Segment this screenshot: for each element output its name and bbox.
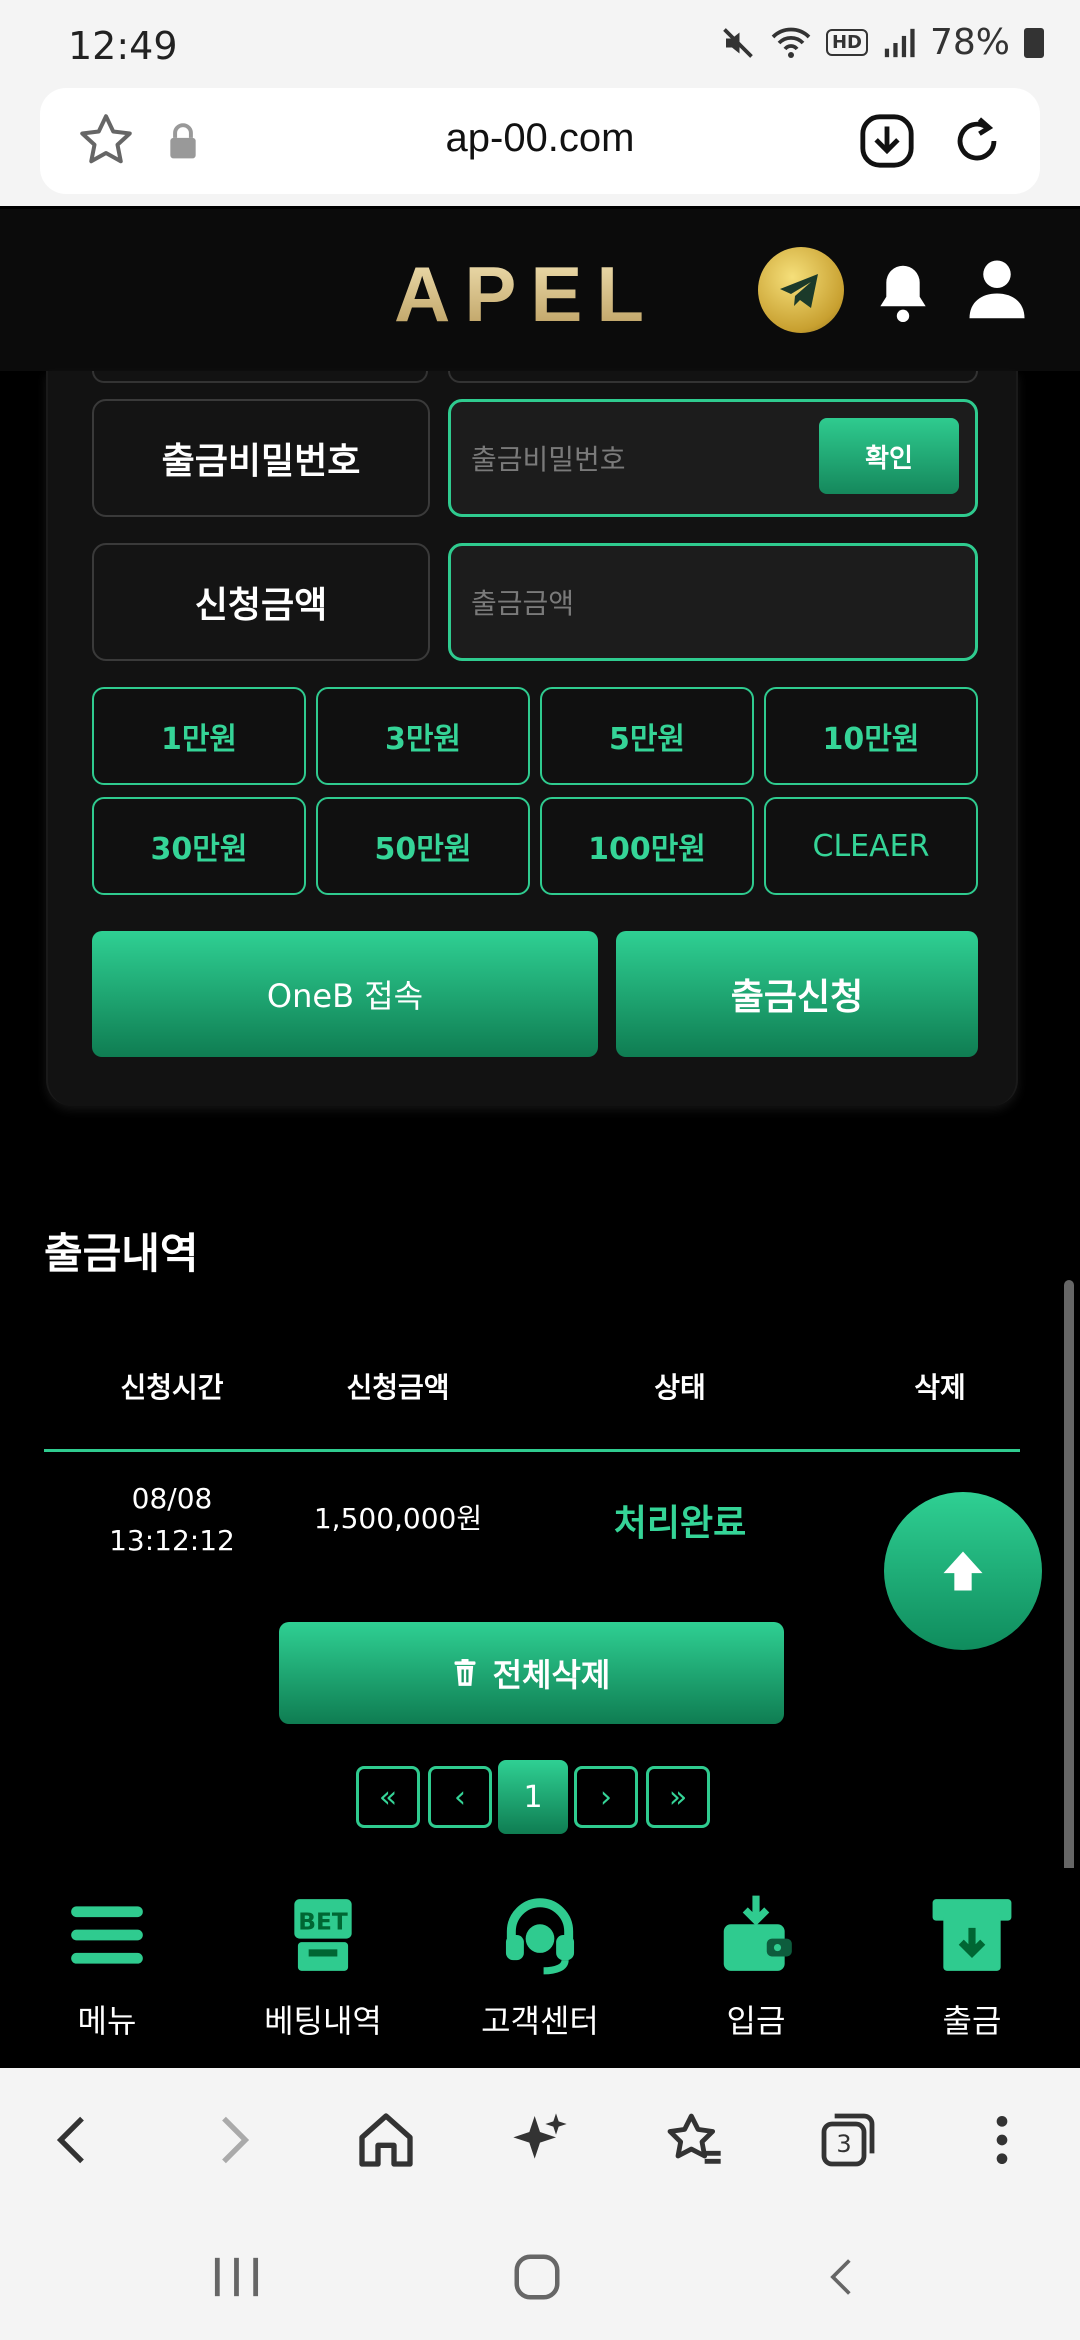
amount-10k-button[interactable]: 1만원	[92, 687, 306, 785]
row-time: 13:12:12	[109, 1524, 235, 1557]
nav-menu[interactable]: 메뉴	[17, 1892, 197, 2042]
status-icons: HD 78%	[720, 22, 1044, 63]
nav-withdraw[interactable]: 출금	[882, 1892, 1062, 2042]
amount-label: 신청금액	[92, 543, 430, 661]
password-label: 출금비밀번호	[92, 399, 430, 517]
home-nav-icon[interactable]	[510, 2250, 564, 2304]
nav-deposit[interactable]: 입금	[666, 1892, 846, 2042]
amount-500k-button[interactable]: 50만원	[316, 797, 530, 895]
user-icon[interactable]	[964, 255, 1030, 321]
site-logo[interactable]: APEL	[394, 249, 658, 340]
page-first-button[interactable]: «	[356, 1766, 420, 1828]
nav-customer-center-label: 고객센터	[481, 2002, 599, 2040]
system-nav-bar	[0, 2210, 1080, 2340]
nav-menu-label: 메뉴	[77, 2002, 137, 2040]
clear-button[interactable]: CLEAER	[764, 797, 978, 895]
page-prev-button[interactable]: ‹	[428, 1766, 492, 1828]
amount-field[interactable]: 출금금액	[448, 543, 978, 661]
withdraw-form-card: 출금비밀번호 출금비밀번호 확인 신청금액 출금금액 1만원 3만원 5만원 1…	[46, 371, 1018, 1106]
bell-icon[interactable]	[874, 261, 932, 323]
battery-percent: 78%	[929, 22, 1010, 63]
headset-icon	[505, 1898, 575, 1975]
sparkle-icon[interactable]	[508, 2108, 572, 2172]
previous-row-input-edge	[448, 371, 978, 383]
menu-icon	[71, 1906, 143, 1964]
scroll-top-button[interactable]	[884, 1492, 1042, 1650]
bet-icon-text: BET	[298, 1909, 348, 1936]
header-delete: 삭제	[914, 1371, 966, 1404]
back-icon[interactable]	[42, 2108, 106, 2172]
back-nav-icon[interactable]	[820, 2252, 864, 2302]
browser-toolbar: 3	[0, 2068, 1080, 2210]
amount-30k-button[interactable]: 3만원	[316, 687, 530, 785]
oneb-connect-button[interactable]: OneB 접속	[92, 931, 598, 1057]
tabs-button[interactable]: 3	[816, 2108, 880, 2172]
password-placeholder: 출금비밀번호	[471, 443, 626, 476]
header-request-time: 신청시간	[120, 1371, 224, 1404]
password-field[interactable]: 출금비밀번호 확인	[448, 399, 978, 517]
arrow-up-icon	[943, 1551, 983, 1591]
withdraw-submit-button[interactable]: 출금신청	[616, 931, 978, 1057]
hd-badge: HD	[825, 29, 868, 56]
page-next-button[interactable]: ›	[574, 1766, 638, 1828]
status-bar: 12:49 HD 78%	[0, 0, 1080, 88]
page-scrollbar[interactable]	[1064, 1280, 1074, 1880]
site-bottom-nav: 메뉴 BET 베팅내역 고객센터 입금 출금	[0, 1868, 1080, 2068]
trash-icon	[454, 1659, 476, 1686]
amount-50k-button[interactable]: 5만원	[540, 687, 754, 785]
page-current-button[interactable]: 1	[498, 1760, 568, 1834]
delete-all-button[interactable]: 전체삭제	[279, 1622, 784, 1724]
telegram-icon[interactable]	[758, 247, 844, 333]
browser-address-bar: ap-00.com	[0, 88, 1080, 206]
reload-icon[interactable]	[948, 112, 1006, 170]
header-status: 상태	[654, 1371, 706, 1404]
bookmarks-icon[interactable]	[662, 2108, 726, 2172]
clock: 12:49	[68, 24, 178, 68]
wallet-icon	[723, 1895, 792, 1971]
signal-icon	[884, 28, 915, 57]
history-title: 출금내역	[44, 1229, 199, 1278]
withdraw-icon	[932, 1899, 1012, 1971]
forward-icon[interactable]	[200, 2108, 264, 2172]
page-last-button[interactable]: »	[646, 1766, 710, 1828]
bet-icon: BET	[294, 1899, 352, 1971]
amount-300k-button[interactable]: 30만원	[92, 797, 306, 895]
recent-apps-icon[interactable]	[206, 2254, 266, 2300]
more-icon[interactable]	[970, 2108, 1034, 2172]
row-amount: 1,500,000원	[313, 1502, 483, 1535]
nav-withdraw-label: 출금	[942, 2002, 1002, 2040]
url-field[interactable]: ap-00.com	[40, 88, 1040, 194]
nav-customer-center[interactable]: 고객센터	[450, 1892, 630, 2042]
amount-100k-button[interactable]: 10만원	[764, 687, 978, 785]
nav-bet-history-label: 베팅내역	[264, 2002, 382, 2040]
battery-icon	[1024, 27, 1044, 58]
row-status: 처리완료	[613, 1503, 747, 1544]
amount-1m-button[interactable]: 100만원	[540, 797, 754, 895]
home-icon[interactable]	[354, 2108, 418, 2172]
site-header: APEL	[0, 209, 1080, 371]
nav-bet-history[interactable]: BET 베팅내역	[233, 1892, 413, 2042]
header-request-amount: 신청금액	[346, 1371, 450, 1404]
confirm-button[interactable]: 확인	[819, 418, 959, 494]
delete-all-label: 전체삭제	[492, 1656, 611, 1694]
table-divider	[44, 1449, 1020, 1452]
mute-icon	[723, 27, 753, 58]
tabs-count: 3	[836, 2130, 852, 2158]
previous-row-label-edge	[92, 371, 428, 383]
nav-deposit-label: 입금	[726, 2002, 786, 2040]
wifi-icon	[771, 27, 811, 58]
row-date: 08/08	[131, 1482, 213, 1515]
amount-placeholder: 출금금액	[471, 587, 575, 620]
download-icon[interactable]	[858, 112, 916, 170]
